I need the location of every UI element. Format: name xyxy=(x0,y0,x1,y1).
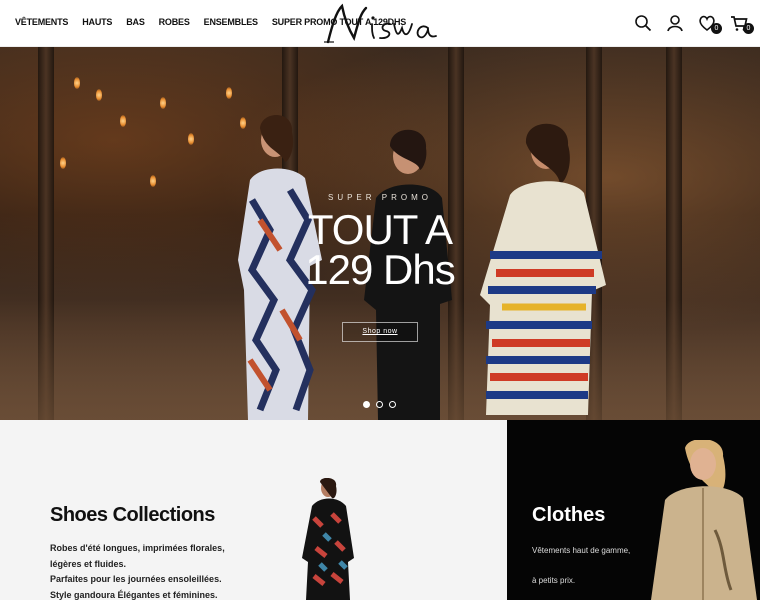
slider-dots xyxy=(363,401,396,408)
shoes-description-line: Parfaites pour les journées ensoleillées… xyxy=(50,574,222,584)
nav-item-bas[interactable]: BAS xyxy=(126,17,145,27)
shoes-description-line: Robes d'été longues, imprimées florales, xyxy=(50,543,225,553)
clothes-description-line: Vêtements haut de gamme, xyxy=(532,546,631,555)
shoes-description-line: Style gandoura Élégantes et féminines. xyxy=(50,589,218,600)
hero-headline: TOUT A 129 Dhs xyxy=(0,206,760,293)
slider-dot-3[interactable] xyxy=(389,401,396,408)
nav-item-robes[interactable]: ROBES xyxy=(159,17,190,27)
hero-content: SUPER PROMO TOUT A 129 Dhs Shop now xyxy=(0,47,760,420)
clothes-collection-title: Clothes xyxy=(532,504,606,526)
shop-now-button[interactable]: Shop now xyxy=(342,322,418,342)
header-icons: 0 0 xyxy=(634,14,754,34)
cart-count-badge: 0 xyxy=(743,23,754,34)
shoes-collection-banner[interactable]: Shoes Collections Robes d'été longues, i… xyxy=(0,420,507,600)
cart-icon[interactable]: 0 xyxy=(730,14,754,34)
hero-headline-line1: TOUT A xyxy=(307,206,453,253)
search-icon[interactable] xyxy=(634,14,652,32)
user-icon[interactable] xyxy=(666,14,684,32)
wishlist-count-badge: 0 xyxy=(711,23,722,34)
slider-dot-1[interactable] xyxy=(363,401,370,408)
shoes-collection-description: Robes d'été longues, imprimées florales,… xyxy=(50,541,225,600)
hero-headline-line2: 129 Dhs xyxy=(305,246,455,293)
hero-kicker: SUPER PROMO xyxy=(327,193,432,202)
logo-script-mark xyxy=(324,3,437,44)
clothes-description-line: à petits prix. xyxy=(532,576,576,585)
shoes-model-image xyxy=(302,478,354,600)
clothes-model-image xyxy=(651,440,757,600)
heart-icon[interactable]: 0 xyxy=(698,14,722,34)
nav-item-ensembles[interactable]: ENSEMBLES xyxy=(204,17,258,27)
slider-dot-2[interactable] xyxy=(376,401,383,408)
hero-slider: SUPER PROMO TOUT A 129 Dhs Shop now xyxy=(0,47,760,420)
site-logo[interactable] xyxy=(320,2,442,46)
shoes-description-line: légères et fluides. xyxy=(50,558,127,569)
clothes-collection-banner[interactable]: Clothes Vêtements haut de gamme, à petit… xyxy=(507,420,760,600)
shoes-collection-title: Shoes Collections xyxy=(50,504,215,526)
nav-item-vetements[interactable]: VÊTEMENTS xyxy=(15,17,68,27)
site-header: VÊTEMENTS HAUTS BAS ROBES ENSEMBLES SUPE… xyxy=(0,0,760,47)
nav-item-hauts[interactable]: HAUTS xyxy=(82,17,112,27)
clothes-collection-description: Vêtements haut de gamme, à petits prix. xyxy=(532,542,630,590)
